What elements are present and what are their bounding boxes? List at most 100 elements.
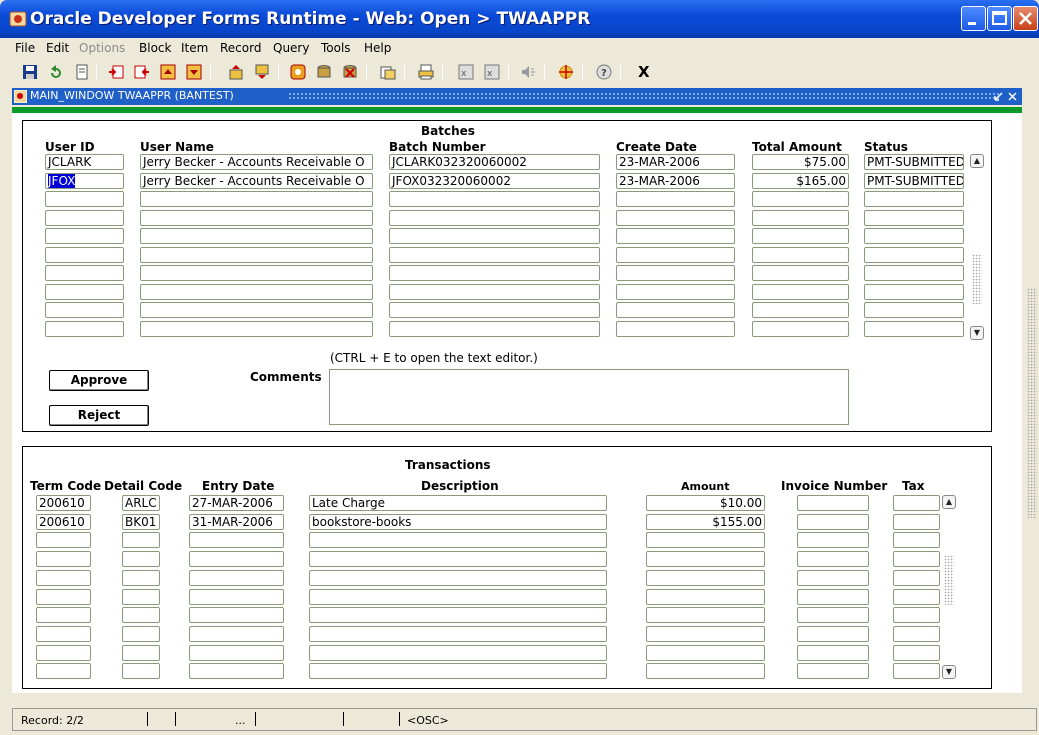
transactions-scrollbar[interactable]: ▲ ▼ (942, 495, 956, 680)
previous-record-icon[interactable] (254, 64, 270, 80)
detail-code-field[interactable]: ARLC (122, 495, 160, 511)
description-field[interactable]: Late Charge (309, 495, 607, 511)
help-icon[interactable]: ? (596, 64, 612, 80)
description-field[interactable] (309, 589, 607, 605)
restore-icon[interactable] (993, 91, 1004, 102)
entry-date-field[interactable] (189, 551, 284, 567)
approve-button[interactable]: Approve (49, 370, 149, 391)
scroll-up-icon[interactable]: ▲ (970, 154, 984, 168)
status-field[interactable] (864, 302, 964, 318)
create-date-field[interactable] (616, 321, 735, 337)
amount-field[interactable]: $10.00 (646, 495, 765, 511)
scroll-grip[interactable] (1027, 288, 1037, 518)
amount-field[interactable] (646, 532, 765, 548)
scroll-up-icon[interactable]: ▲ (942, 495, 956, 509)
save-icon[interactable] (22, 64, 38, 80)
create-date-field[interactable] (616, 228, 735, 244)
total-amount-field[interactable] (752, 265, 849, 281)
tax-field[interactable] (893, 645, 940, 661)
user-name-field[interactable] (140, 191, 373, 207)
term-code-field[interactable] (36, 626, 91, 642)
invoice-number-field[interactable] (797, 607, 869, 623)
tax-field[interactable] (893, 607, 940, 623)
status-field[interactable]: PMT-SUBMITTED (864, 173, 964, 189)
create-date-field[interactable] (616, 302, 735, 318)
scroll-down-icon[interactable]: ▼ (970, 326, 984, 340)
scroll-grip[interactable] (944, 555, 954, 605)
batches-scrollbar[interactable]: ▲ ▼ (970, 154, 984, 340)
scroll-down-icon[interactable]: ▼ (942, 665, 956, 679)
entry-date-field[interactable]: 31-MAR-2006 (189, 514, 284, 530)
user-id-field[interactable]: JFOX (45, 173, 124, 189)
window-scrollbar[interactable] (1024, 88, 1039, 693)
minimize-button[interactable] (961, 6, 986, 31)
exit-button[interactable]: X (638, 63, 650, 81)
description-field[interactable] (309, 551, 607, 567)
create-date-field[interactable] (616, 210, 735, 226)
menu-tools[interactable]: Tools (321, 41, 351, 55)
amount-field[interactable] (646, 551, 765, 567)
batch-number-field[interactable]: JFOX032320060002 (389, 173, 600, 189)
term-code-field[interactable] (36, 570, 91, 586)
tax-field[interactable] (893, 663, 940, 679)
status-field[interactable]: PMT-SUBMITTED (864, 154, 964, 170)
invoice-number-field[interactable] (797, 663, 869, 679)
create-date-field[interactable] (616, 247, 735, 263)
batch-number-field[interactable] (389, 265, 600, 281)
tax-field[interactable] (893, 626, 940, 642)
create-date-field[interactable] (616, 265, 735, 281)
detail-code-field[interactable] (122, 663, 160, 679)
total-amount-field[interactable] (752, 228, 849, 244)
description-field[interactable] (309, 645, 607, 661)
amount-field[interactable] (646, 607, 765, 623)
term-code-field[interactable] (36, 532, 91, 548)
previous-block-icon[interactable] (186, 64, 202, 80)
menu-block[interactable]: Block (139, 41, 171, 55)
user-name-field[interactable] (140, 210, 373, 226)
user-name-field[interactable] (140, 284, 373, 300)
user-name-field[interactable] (140, 302, 373, 318)
rollback-icon[interactable] (48, 64, 64, 80)
status-field[interactable] (864, 247, 964, 263)
status-field[interactable] (864, 284, 964, 300)
term-code-field[interactable] (36, 645, 91, 661)
invoice-number-field[interactable] (797, 514, 869, 530)
batch-number-field[interactable] (389, 284, 600, 300)
close-button[interactable] (1013, 6, 1038, 31)
batch-number-field[interactable] (389, 228, 600, 244)
user-name-field[interactable] (140, 265, 373, 281)
term-code-field[interactable] (36, 551, 91, 567)
batch-number-field[interactable] (389, 302, 600, 318)
create-date-field[interactable]: 23-MAR-2006 (616, 154, 735, 170)
detail-code-field[interactable] (122, 626, 160, 642)
menu-item[interactable]: Item (181, 41, 208, 55)
menu-record[interactable]: Record (220, 41, 261, 55)
tax-field[interactable] (893, 495, 940, 511)
user-id-field[interactable] (45, 265, 124, 281)
scroll-grip[interactable] (972, 254, 982, 304)
invoice-number-field[interactable] (797, 532, 869, 548)
batch-number-field[interactable] (389, 321, 600, 337)
lock-record-icon[interactable] (380, 64, 396, 80)
entry-date-field[interactable] (189, 626, 284, 642)
total-amount-field[interactable] (752, 210, 849, 226)
batch-number-field[interactable] (389, 247, 600, 263)
user-name-field[interactable] (140, 247, 373, 263)
edit-icon[interactable]: x (484, 64, 500, 80)
status-field[interactable] (864, 210, 964, 226)
term-code-field[interactable] (36, 589, 91, 605)
entry-date-field[interactable] (189, 645, 284, 661)
next-record-icon[interactable] (290, 64, 306, 80)
description-field[interactable] (309, 570, 607, 586)
total-amount-field[interactable]: $75.00 (752, 154, 849, 170)
maximize-button[interactable] (987, 6, 1012, 31)
inner-window-titlebar[interactable]: MAIN_WINDOW TWAAPPR (BANTEST) (12, 88, 1022, 105)
batch-number-field[interactable] (389, 191, 600, 207)
detail-code-field[interactable] (122, 570, 160, 586)
invoice-number-field[interactable] (797, 645, 869, 661)
entry-date-field[interactable] (189, 532, 284, 548)
term-code-field[interactable]: 200610 (36, 495, 91, 511)
description-field[interactable]: bookstore-books (309, 514, 607, 530)
create-date-field[interactable] (616, 284, 735, 300)
menu-query[interactable]: Query (273, 41, 309, 55)
